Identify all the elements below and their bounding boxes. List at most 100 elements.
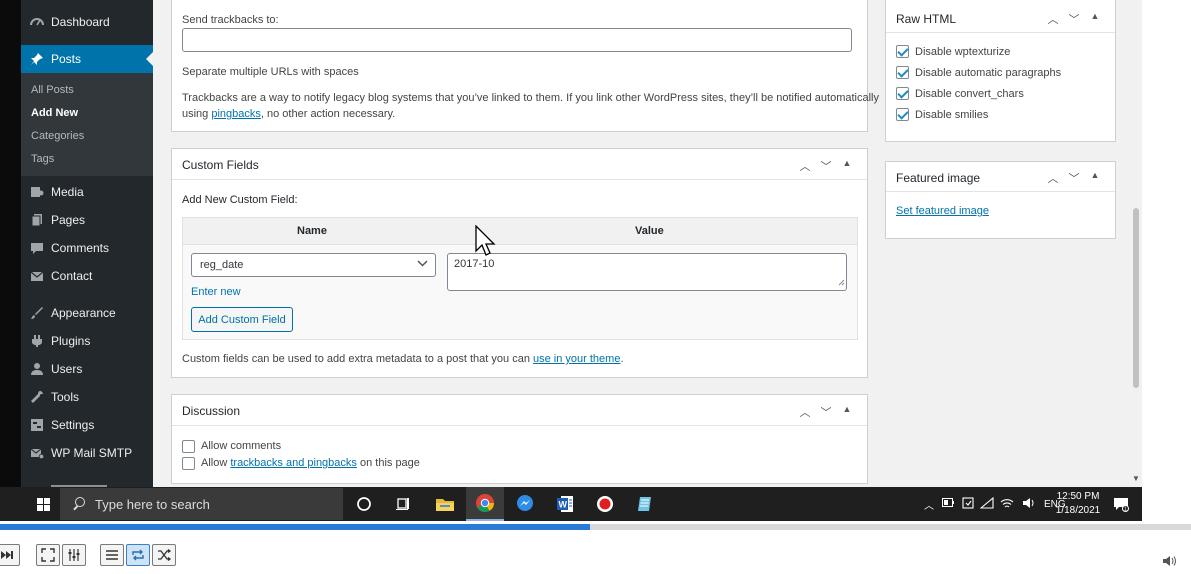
raw-html-box: Raw HTML ︿ ﹀ ▲ Disable wptexturize Disab… [885, 0, 1116, 142]
start-button[interactable] [26, 487, 60, 521]
move-up-icon[interactable]: ︿ [1047, 170, 1059, 186]
resize-handle-icon[interactable] [838, 277, 845, 289]
task-view-icon [396, 498, 409, 510]
media-icon [29, 184, 45, 200]
search-icon [72, 497, 86, 511]
column-value-header: Value [635, 225, 664, 237]
chevron-up-icon[interactable]: ︿ [924, 497, 934, 512]
sidebar-item-media[interactable]: Media [21, 178, 153, 206]
comments-icon [29, 240, 45, 256]
word-icon: W [557, 496, 573, 512]
move-up-icon[interactable]: ︿ [1047, 11, 1059, 27]
shuffle-button[interactable] [152, 544, 176, 566]
mail-icon [29, 268, 45, 284]
speaker-volume-icon[interactable] [1162, 555, 1178, 570]
messenger-app-button[interactable] [506, 487, 544, 521]
collapse-icon[interactable]: ▲ [841, 158, 853, 174]
move-up-icon[interactable]: ︿ [799, 404, 811, 420]
sidebar-item-plugins[interactable]: Plugins [21, 327, 153, 355]
next-frame-button[interactable] [0, 544, 20, 566]
sidebar-item-comments[interactable]: Comments [21, 234, 153, 262]
enter-new-link[interactable]: Enter new [191, 286, 241, 298]
network-icon[interactable] [979, 496, 994, 512]
collapse-icon[interactable]: ▲ [1089, 11, 1101, 27]
tablet-icon[interactable] [962, 496, 974, 512]
scroll-down-arrow-icon[interactable]: ▼ [1132, 474, 1140, 483]
sidebar-item-label: Contact [51, 269, 93, 283]
submenu-all-posts[interactable]: All Posts [31, 84, 74, 96]
trackbacks-input[interactable] [182, 28, 852, 52]
custom-field-value-textarea[interactable]: 2017-10 [447, 253, 847, 291]
box-controls: ︿ ﹀ ▲ [799, 404, 853, 420]
record-icon [597, 496, 613, 512]
disable-smilies-checkbox[interactable] [896, 108, 909, 121]
sidebar-item-posts[interactable]: Posts [21, 45, 153, 73]
submenu-categories[interactable]: Categories [31, 130, 84, 142]
windows-logo-icon [36, 497, 50, 511]
allow-comments-checkbox[interactable] [182, 440, 195, 453]
sidebar-item-pages[interactable]: Pages [21, 206, 153, 234]
screen-recorder-button[interactable] [586, 487, 624, 521]
discussion-box: Discussion ︿ ﹀ ▲ Allow comments Allow tr… [171, 394, 868, 484]
trackbacks-and-pingbacks-link[interactable]: trackbacks and pingbacks [230, 457, 357, 469]
sidebar-item-label: Users [51, 362, 83, 376]
wifi-icon[interactable] [1000, 497, 1014, 512]
sidebar-item-label: Plugins [51, 334, 91, 348]
move-down-icon[interactable]: ﹀ [1068, 11, 1080, 27]
trackbacks-hint: Separate multiple URLs with spaces [182, 66, 359, 78]
taskbar-search-box[interactable]: Type here to search [60, 488, 343, 520]
disable-convert-chars-checkbox[interactable] [896, 87, 909, 100]
cortana-button[interactable] [345, 487, 383, 521]
posts-submenu: All Posts Add New Categories Tags [21, 73, 153, 176]
wrench-icon [29, 389, 45, 405]
sidebar-item-users[interactable]: Users [21, 355, 153, 383]
task-view-button[interactable] [384, 487, 422, 521]
word-button[interactable]: W [546, 487, 584, 521]
submenu-add-new[interactable]: Add New [31, 107, 78, 119]
allow-trackbacks-checkbox[interactable] [182, 457, 195, 470]
sidebar-item-label: Dashboard [51, 15, 110, 29]
set-featured-image-link[interactable]: Set featured image [896, 205, 989, 217]
sidebar-item-wp-mail-smtp[interactable]: WP Mail SMTP [21, 439, 153, 467]
notepad-app-button[interactable] [626, 487, 664, 521]
action-center-button[interactable]: 1 [1103, 487, 1139, 521]
svg-text:W: W [559, 500, 568, 510]
scrollbar-thumb[interactable] [1133, 208, 1139, 388]
box-controls: ︿ ﹀ ▲ [1047, 11, 1101, 27]
divider [886, 191, 1115, 192]
chrome-button[interactable] [466, 487, 504, 521]
volume-icon[interactable] [1022, 497, 1036, 512]
sidebar-item-tools[interactable]: Tools [21, 383, 153, 411]
sidebar-item-dashboard[interactable]: Dashboard [21, 8, 153, 36]
disable-wptexturize-checkbox[interactable] [896, 45, 909, 58]
trackbacks-label: Send trackbacks to: [182, 14, 279, 26]
battery-icon[interactable] [942, 498, 954, 510]
right-margin-taskbar [1142, 487, 1191, 521]
page-scrollbar[interactable]: ▼ [1130, 0, 1142, 487]
disable-autop-checkbox[interactable] [896, 66, 909, 79]
collapse-icon[interactable]: ▲ [1089, 170, 1101, 186]
collapse-icon[interactable]: ▲ [841, 404, 853, 420]
sidebar-item-appearance[interactable]: Appearance [21, 299, 153, 327]
box-controls: ︿ ﹀ ▲ [799, 158, 853, 174]
fullscreen-button[interactable] [36, 544, 60, 566]
custom-field-table: Name Value reg_date 2017-10 Enter new Ad… [182, 217, 858, 340]
sidebar-item-contact[interactable]: Contact [21, 262, 153, 290]
system-tray: ︿ ENG [924, 487, 1066, 521]
equalizer-button[interactable] [62, 544, 86, 566]
move-down-icon[interactable]: ﹀ [1068, 170, 1080, 186]
playlist-button[interactable] [100, 544, 124, 566]
submenu-tags[interactable]: Tags [31, 153, 54, 165]
sidebar-item-label: Media [51, 185, 84, 199]
use-in-your-theme-link[interactable]: use in your theme [533, 353, 620, 365]
move-down-icon[interactable]: ﹀ [820, 158, 832, 174]
pingbacks-link[interactable]: pingbacks [211, 108, 261, 120]
move-up-icon[interactable]: ︿ [799, 158, 811, 174]
move-down-icon[interactable]: ﹀ [820, 404, 832, 420]
loop-button[interactable] [126, 544, 150, 566]
taskbar-clock[interactable]: 12:50 PM 1/18/2021 [1048, 490, 1108, 518]
custom-field-name-select[interactable]: reg_date [191, 253, 436, 277]
file-explorer-button[interactable] [426, 487, 464, 521]
add-custom-field-button[interactable]: Add Custom Field [191, 307, 293, 332]
sidebar-item-settings[interactable]: Settings [21, 411, 153, 439]
